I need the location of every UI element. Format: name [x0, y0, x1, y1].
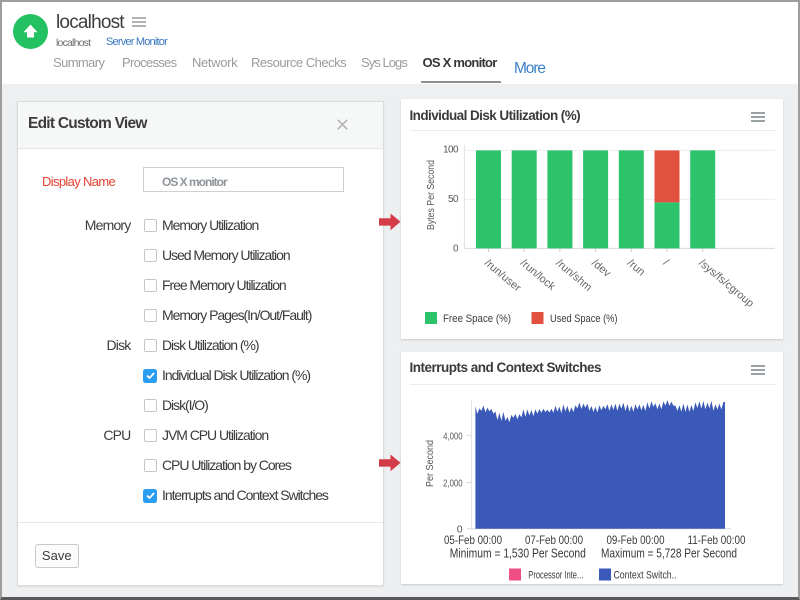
svg-text:/run: /run [625, 257, 647, 278]
svg-text:2,000: 2,000 [443, 477, 463, 489]
svg-text:Context Switch..: Context Switch.. [614, 569, 677, 581]
svg-text:07-Feb 00:00: 07-Feb 00:00 [525, 533, 583, 547]
svg-text:Free Space (%): Free Space (%) [443, 313, 511, 325]
svg-text:/: / [661, 257, 672, 269]
svg-text:Used Space (%): Used Space (%) [550, 313, 618, 325]
svg-text:Per Second: Per Second [424, 439, 436, 486]
svg-text:Bytes Per Second: Bytes Per Second [426, 160, 437, 230]
svg-text:50: 50 [448, 194, 459, 205]
svg-text:09-Feb 00:00: 09-Feb 00:00 [607, 533, 665, 547]
svg-text:/run/lock: /run/lock [518, 257, 558, 293]
svg-text:4,000: 4,000 [443, 430, 463, 442]
svg-text:Minimum = 1,530 Per Second: Minimum = 1,530 Per Second [450, 546, 586, 560]
svg-text:100: 100 [443, 145, 459, 156]
svg-text:/run/user: /run/user [482, 257, 523, 294]
svg-text:Processor Inte...: Processor Inte... [528, 569, 583, 581]
svg-text:05-Feb 00:00: 05-Feb 00:00 [444, 533, 502, 547]
svg-text:/sys/fs/cgroup: /sys/fs/cgroup [696, 257, 756, 310]
svg-text:Maximum = 5,728 Per Second: Maximum = 5,728 Per Second [601, 546, 737, 560]
svg-text:/run/shm: /run/shm [553, 257, 593, 294]
svg-text:/dev: /dev [589, 257, 613, 280]
svg-text:11-Feb 00:00: 11-Feb 00:00 [688, 533, 746, 547]
svg-text:0: 0 [453, 244, 459, 255]
